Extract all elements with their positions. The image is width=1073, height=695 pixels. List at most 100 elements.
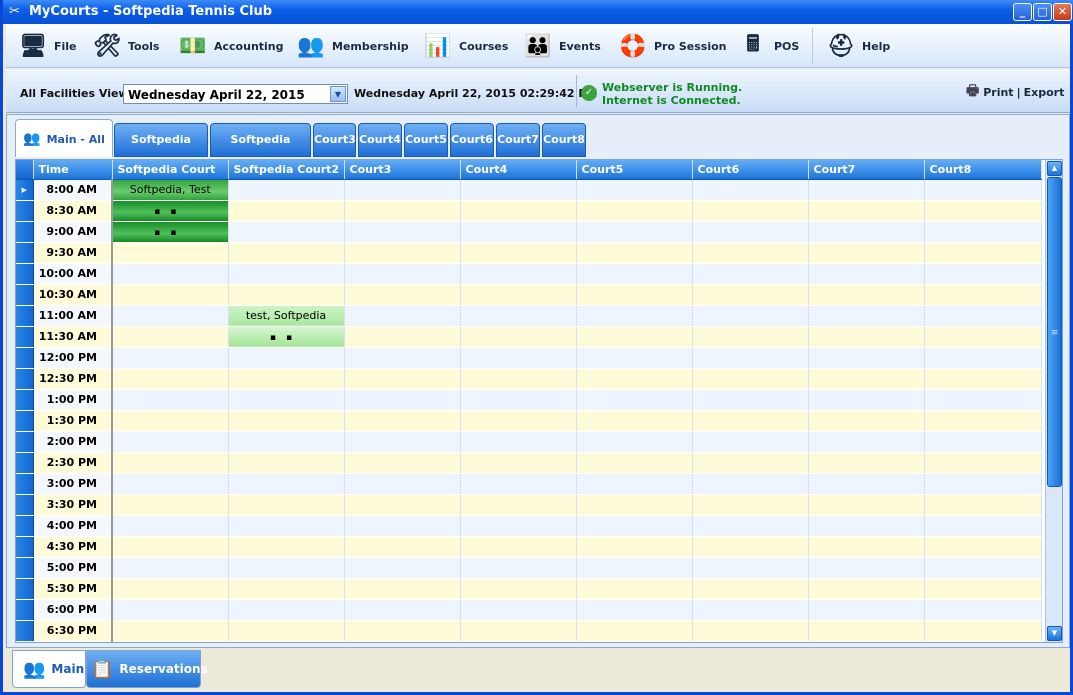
schedule-cell[interactable] <box>344 200 461 222</box>
schedule-cell[interactable] <box>808 263 925 285</box>
schedule-cell[interactable] <box>228 389 345 411</box>
schedule-cell[interactable] <box>808 431 925 453</box>
schedule-cell[interactable] <box>460 347 577 369</box>
schedule-cell[interactable] <box>576 284 693 306</box>
schedule-cell[interactable] <box>228 200 345 222</box>
schedule-cell[interactable] <box>460 200 577 222</box>
row-selector[interactable] <box>16 494 34 516</box>
schedule-cell[interactable] <box>692 473 809 495</box>
schedule-cell[interactable] <box>808 200 925 222</box>
schedule-cell[interactable] <box>228 410 345 432</box>
schedule-cell[interactable] <box>460 305 577 327</box>
schedule-cell[interactable] <box>460 179 577 201</box>
schedule-cell[interactable] <box>344 410 461 432</box>
table-row[interactable]: ▶ 8:00 AM Softpedia, Test <box>16 179 1042 201</box>
row-selector[interactable] <box>16 284 34 306</box>
schedule-cell[interactable] <box>460 221 577 243</box>
schedule-cell[interactable] <box>228 179 345 201</box>
row-selector[interactable] <box>16 242 34 264</box>
column-header[interactable]: Court8 <box>924 160 1042 180</box>
table-row[interactable]: 9:30 AM <box>16 242 1042 264</box>
table-row[interactable]: 11:00 AM test, Softpedia <box>16 305 1042 327</box>
close-button[interactable]: ✕ <box>1053 3 1072 21</box>
table-row[interactable]: 2:30 PM <box>16 452 1042 474</box>
schedule-cell[interactable] <box>576 452 693 474</box>
toolbar-accounting-button[interactable]: 💵 Accounting <box>176 29 283 63</box>
schedule-cell[interactable] <box>460 389 577 411</box>
table-row[interactable]: 5:00 PM <box>16 557 1042 579</box>
print-button[interactable]: Print <box>983 86 1013 99</box>
schedule-cell[interactable] <box>460 557 577 579</box>
schedule-cell[interactable] <box>576 221 693 243</box>
schedule-cell[interactable] <box>924 221 1042 243</box>
schedule-cell[interactable] <box>692 431 809 453</box>
schedule-cell[interactable] <box>344 473 461 495</box>
tab-softpedia-court[interactable]: Softpedia Court <box>114 123 208 178</box>
table-row[interactable]: 8:30 AM ▪▪ <box>16 200 1042 222</box>
schedule-cell[interactable] <box>460 578 577 600</box>
current-row-indicator-icon[interactable]: ▶ <box>16 179 34 201</box>
tab-court3[interactable]: Court3 <box>313 123 356 157</box>
schedule-cell[interactable] <box>924 347 1042 369</box>
table-row[interactable]: 3:30 PM <box>16 494 1042 516</box>
schedule-cell[interactable] <box>228 620 345 642</box>
column-header[interactable]: Court3 <box>344 160 461 180</box>
row-selector[interactable] <box>16 200 34 222</box>
column-header[interactable]: Court5 <box>576 160 693 180</box>
scroll-thumb[interactable]: ≡ <box>1047 177 1062 487</box>
schedule-cell[interactable] <box>924 578 1042 600</box>
schedule-cell[interactable] <box>924 368 1042 390</box>
schedule-cell[interactable] <box>576 410 693 432</box>
booking-cell[interactable]: test, Softpedia <box>228 305 345 327</box>
schedule-cell[interactable] <box>808 368 925 390</box>
schedule-cell[interactable] <box>692 284 809 306</box>
schedule-cell[interactable] <box>112 284 229 306</box>
schedule-cell[interactable] <box>344 452 461 474</box>
row-selector[interactable] <box>16 368 34 390</box>
row-selector[interactable] <box>16 452 34 474</box>
column-header[interactable]: Time <box>33 160 113 180</box>
schedule-cell[interactable] <box>692 452 809 474</box>
tab-softpedia-court2[interactable]: Softpedia Court2 <box>210 123 311 178</box>
bottom-tab-main[interactable]: 👥 Main <box>12 650 86 688</box>
schedule-cell[interactable] <box>228 368 345 390</box>
table-row[interactable]: 5:30 PM <box>16 578 1042 600</box>
schedule-cell[interactable] <box>460 494 577 516</box>
schedule-cell[interactable] <box>344 326 461 348</box>
schedule-cell[interactable] <box>576 620 693 642</box>
schedule-cell[interactable] <box>112 578 229 600</box>
schedule-cell[interactable] <box>808 620 925 642</box>
schedule-cell[interactable] <box>460 620 577 642</box>
booking-cell[interactable]: ▪▪ <box>112 200 229 222</box>
schedule-cell[interactable] <box>112 515 229 537</box>
table-row[interactable]: 12:30 PM <box>16 368 1042 390</box>
schedule-cell[interactable] <box>112 326 229 348</box>
schedule-cell[interactable] <box>924 473 1042 495</box>
schedule-cell[interactable] <box>344 578 461 600</box>
table-row[interactable]: 9:00 AM ▪▪ <box>16 221 1042 243</box>
row-selector[interactable] <box>16 578 34 600</box>
table-row[interactable]: 12:00 PM <box>16 347 1042 369</box>
schedule-cell[interactable] <box>692 620 809 642</box>
toolbar-pro-session-button[interactable]: 🛟 Pro Session <box>616 29 726 63</box>
schedule-cell[interactable] <box>576 242 693 264</box>
tab-court8[interactable]: Court8 <box>542 123 586 157</box>
schedule-cell[interactable] <box>228 263 345 285</box>
schedule-cell[interactable] <box>692 200 809 222</box>
schedule-cell[interactable] <box>576 473 693 495</box>
schedule-cell[interactable] <box>808 389 925 411</box>
row-selector[interactable] <box>16 410 34 432</box>
schedule-cell[interactable] <box>112 431 229 453</box>
schedule-cell[interactable] <box>228 494 345 516</box>
schedule-cell[interactable] <box>460 536 577 558</box>
schedule-cell[interactable] <box>692 410 809 432</box>
tab-court4[interactable]: Court4 <box>358 123 402 157</box>
schedule-cell[interactable] <box>692 221 809 243</box>
schedule-cell[interactable] <box>576 326 693 348</box>
tab-court7[interactable]: Court7 <box>496 123 540 157</box>
schedule-cell[interactable] <box>808 347 925 369</box>
schedule-cell[interactable] <box>924 494 1042 516</box>
schedule-cell[interactable] <box>692 536 809 558</box>
schedule-cell[interactable] <box>924 431 1042 453</box>
schedule-cell[interactable] <box>112 620 229 642</box>
